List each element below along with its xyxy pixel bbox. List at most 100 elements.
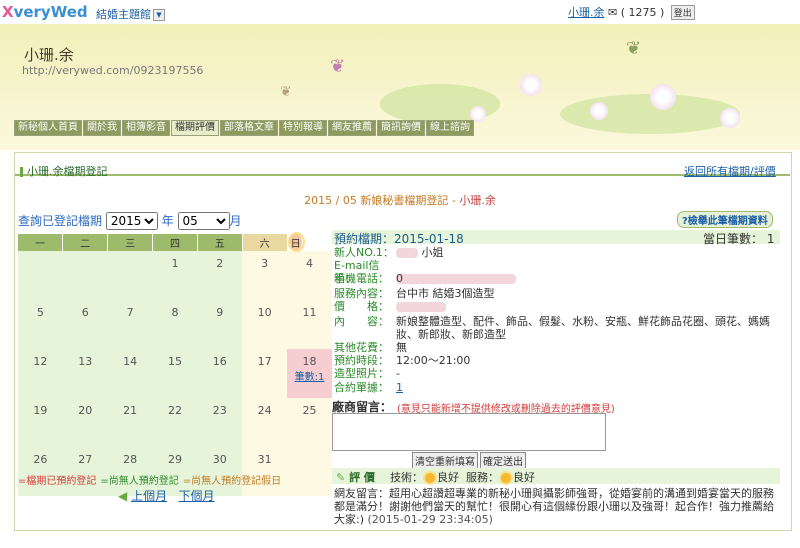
calendar-day: 2 [197, 251, 243, 300]
weekday-sat: 六 [242, 234, 288, 251]
day-number: 18 [302, 355, 317, 368]
detail-value: 0 [396, 272, 403, 285]
service-label: 服務： [466, 471, 499, 484]
site-logo[interactable]: XveryWed [2, 3, 88, 21]
calendar-day: 11 [287, 300, 332, 349]
nav-feature[interactable]: 特別報導 [279, 120, 327, 136]
clear-button[interactable]: 清空重新填寫 [412, 452, 478, 469]
profile-url[interactable]: http://verywed.com/0923197556 [22, 64, 203, 77]
pencil-icon: ✎ [336, 471, 346, 484]
nav-recommend[interactable]: 網友推薦 [328, 120, 376, 136]
vendor-message-textarea[interactable] [332, 413, 606, 451]
booking-count-link[interactable]: 筆數:1 [288, 368, 331, 383]
query-row: 查詢已登記檔期 2015 年 05 月 [18, 212, 242, 230]
logo-mark: X [2, 3, 14, 21]
detail-value: 新娘整體造型、配件、飾品、假髮、水粉、安瓶、鮮花飾品花圈、頭花、媽媽妝、新郎妝、… [396, 315, 770, 341]
detail-row-content: 內 容： 新娘整體造型、配件、飾品、假髮、水粉、安瓶、鮮花飾品花圈、頭花、媽媽妝、… [334, 315, 780, 341]
redacted-text [396, 302, 446, 312]
butterfly-icon: ❦ [280, 84, 292, 100]
nav-blog[interactable]: 部落格文章 [220, 120, 278, 136]
calendar: 一 二 三 四 五 六 日 1 2 3 4 5 6 7 8 9 10 11 12… [18, 234, 332, 496]
nav-online-consult[interactable]: 線上諮詢 [426, 120, 474, 136]
profile-nav: 新秘個人首頁 關於我 相簿影音 檔期評價 部落格文章 特別報導 網友推薦 簡訊詢價 線上諮詢 [14, 120, 475, 136]
submit-button[interactable]: 確定送出 [480, 452, 526, 469]
logo-text: veryWed [13, 3, 88, 21]
calendar-day: 9 [197, 300, 243, 349]
month-nav: ◀ 上個月 下個月 [118, 487, 215, 504]
nav-album[interactable]: 相簿影音 [122, 120, 170, 136]
detail-row-service: 服務內容： 台中市 結婚3個造型 [334, 287, 495, 300]
theme-site-dropdown[interactable]: 結婚主題館 ▼ [96, 6, 165, 22]
calendar-day: 13 [62, 349, 108, 398]
nav-about[interactable]: 關於我 [83, 120, 121, 136]
calendar-week: 19 20 21 22 23 24 25 [18, 398, 332, 447]
next-month-link[interactable]: 下個月 [179, 489, 215, 503]
detail-value: - [396, 367, 400, 380]
calendar-day: 12 [18, 349, 63, 398]
logout-button[interactable]: 登出 [670, 5, 695, 20]
report-schedule-button[interactable]: ?檢舉此筆檔期資料 [677, 211, 773, 228]
theme-site-label: 結婚主題館 [96, 8, 151, 21]
nav-schedule[interactable]: 檔期評價 [171, 120, 219, 136]
calendar-day: 6 [62, 300, 108, 349]
calendar-day: 14 [107, 349, 153, 398]
redacted-text [403, 274, 463, 284]
calendar-day: 4 [287, 251, 332, 300]
calendar-day: 22 [152, 398, 198, 447]
calendar-day: 7 [107, 300, 153, 349]
calendar-day: 20 [62, 398, 108, 447]
calendar-week: 12 13 14 15 16 17 18 筆數:1 [18, 349, 332, 398]
nav-home[interactable]: 新秘個人首頁 [14, 120, 82, 136]
calendar-day [107, 251, 153, 300]
schedule-heading-name: 小珊.余 [459, 194, 496, 207]
calendar-day [287, 447, 332, 496]
flower-decoration [590, 102, 608, 120]
calendar-legend: =檔期已預約登記 =尚無人預約登記 =尚無人預約登記假日 [18, 472, 281, 487]
flower-decoration [650, 84, 676, 110]
contract-link[interactable]: 1 [396, 381, 403, 394]
day-booking-count: 當日筆數： 1 [703, 232, 775, 246]
calendar-day: 15 [152, 349, 198, 398]
schedule-heading-text: 2015 / 05 新娘秘書檔期登記 - [304, 194, 460, 207]
panel-header [15, 156, 790, 176]
detail-value: 台中市 結婚3個造型 [396, 287, 495, 300]
calendar-day [18, 251, 63, 300]
prev-month-link[interactable]: 上個月 [131, 489, 167, 503]
month-select[interactable]: 05 [177, 212, 230, 230]
calendar-day: 10 [242, 300, 288, 349]
detail-row-client: 新人NO.1： 小姐 [334, 246, 444, 259]
legend-free: =尚無人預約登記 [100, 476, 179, 487]
service-value: 良好 [513, 471, 535, 484]
detail-label: 手機電話： [334, 272, 389, 285]
message-count: ( 1275 ) [620, 6, 665, 19]
detail-label: 內 容： [334, 315, 389, 328]
detail-label: 造型照片： [334, 367, 389, 380]
rating-values: 技術： 良好 服務： 良好 [390, 469, 535, 485]
chevron-down-icon: ▼ [153, 9, 165, 21]
calendar-day-booked[interactable]: 18 筆數:1 [287, 349, 332, 398]
detail-label: 其他花費： [334, 341, 389, 354]
calendar-day: 3 [242, 251, 288, 300]
sun-icon [501, 473, 511, 483]
booking-date: 預約檔期：2015-01-18 [334, 232, 464, 246]
mail-icon[interactable]: ✉ [608, 6, 617, 19]
user-name-link[interactable]: 小珊.余 [568, 6, 605, 19]
detail-value: 12:00～21:00 [396, 354, 471, 367]
detail-row-price: 價 格： [334, 300, 446, 313]
detail-row-contract: 合約單據： 1 [334, 381, 403, 394]
calendar-day: 5 [18, 300, 63, 349]
year-select[interactable]: 2015 [105, 212, 158, 230]
technique-value: 良好 [437, 471, 459, 484]
calendar-day: 1 [152, 251, 198, 300]
calendar-day: 8 [152, 300, 198, 349]
query-label: 查詢已登記檔期 [18, 214, 103, 228]
back-to-all-link[interactable]: 返回所有檔期/評價 [684, 163, 776, 179]
weekday-tue: 二 [62, 234, 109, 251]
weekday-thu: 四 [152, 234, 198, 251]
legend-free-holiday: =尚無人預約登記假日 [182, 476, 282, 487]
detail-row-photos: 造型照片： - [334, 367, 400, 380]
detail-label: 合約單據： [334, 381, 389, 394]
detail-value: 無 [396, 341, 407, 354]
nav-sms-inquiry[interactable]: 簡訊詢價 [377, 120, 425, 136]
butterfly-icon: ❦ [330, 56, 346, 77]
